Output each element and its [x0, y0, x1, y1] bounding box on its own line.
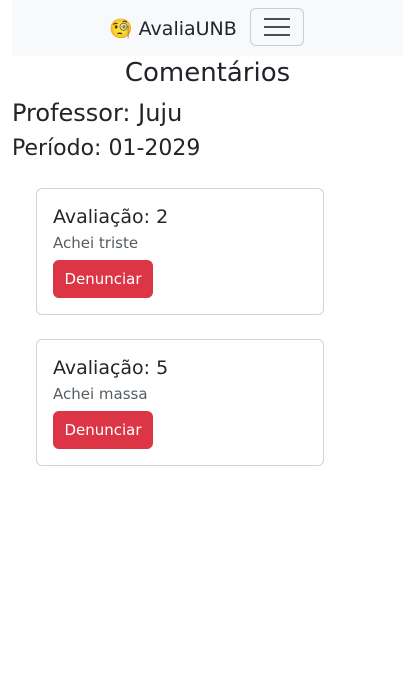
comment-text: Achei triste — [53, 234, 139, 252]
brand-name: AvaliaUNB — [138, 18, 237, 40]
comment-text: Achei massa — [53, 385, 148, 403]
comment-card: Avaliação: 2 Achei triste Denunciar — [36, 188, 324, 315]
periodo-heading: Período: 01-2029 — [12, 136, 201, 161]
comment-card: Avaliação: 5 Achei massa Denunciar — [36, 339, 324, 466]
page-title: Comentários — [124, 58, 291, 88]
brand-link[interactable]: 🧐 AvaliaUNB — [109, 16, 237, 42]
report-button[interactable]: Denunciar — [53, 411, 153, 449]
comment-rating: Avaliação: 5 — [53, 357, 169, 379]
report-button[interactable]: Denunciar — [53, 260, 153, 298]
monocle-face-icon: 🧐 — [109, 17, 133, 40]
navbar: 🧐 AvaliaUNB — [12, 0, 403, 56]
navbar-toggler-button[interactable] — [250, 8, 304, 46]
comment-rating: Avaliação: 2 — [53, 206, 169, 228]
professor-heading: Professor: Juju — [12, 99, 183, 127]
hamburger-menu-icon — [264, 18, 290, 36]
